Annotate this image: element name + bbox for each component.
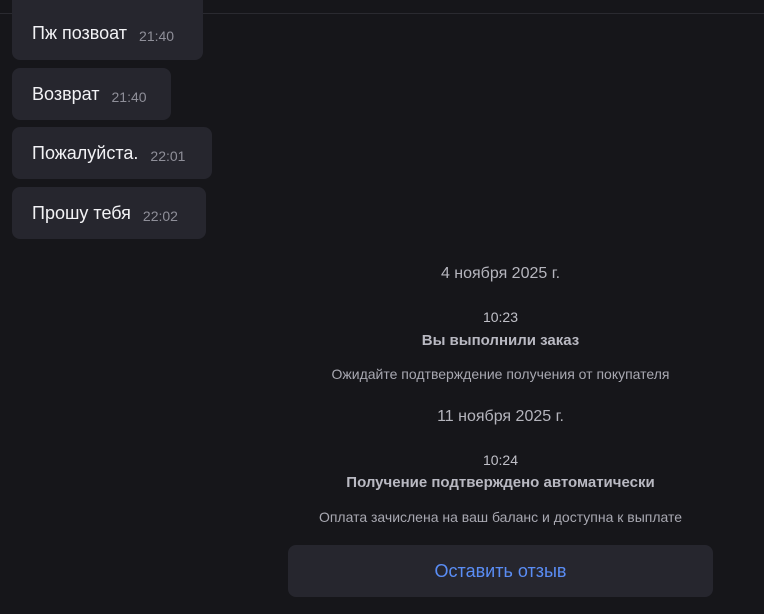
message-time: 21:40 <box>139 27 175 44</box>
message-text: Пж позвоат <box>32 22 128 43</box>
event-time: 10:23 <box>482 309 519 325</box>
event-title: Вы выполнили заказ <box>421 332 580 349</box>
date-separator: 4 ноября 2025 г. <box>440 265 561 282</box>
message-text: Прошу тебя <box>32 202 131 223</box>
event-description: Ожидайте подтверждение получения от поку… <box>331 366 670 382</box>
chat-window: Пж позвоат 21:40 Возврат 21:40 Пожалуйст… <box>0 0 764 614</box>
message-bubble: Прошу тебя 22:02 <box>12 187 206 239</box>
message-time: 22:02 <box>142 207 178 224</box>
message-text: Пожалуйста. <box>32 142 139 163</box>
message-time: 22:01 <box>150 147 186 164</box>
message-bubble: Пж позвоат 21:40 <box>12 0 203 60</box>
date-separator: 11 ноября 2025 г. <box>437 408 564 425</box>
message-text: Возврат <box>32 83 100 104</box>
message-bubble: Пожалуйста. 22:01 <box>12 127 212 179</box>
leave-review-button[interactable]: Оставить отзыв <box>288 545 713 597</box>
event-time: 10:24 <box>482 452 519 468</box>
event-title: Получение подтверждено автоматически <box>346 474 655 491</box>
message-bubble: Возврат 21:40 <box>12 68 171 120</box>
event-description: Оплата зачислена на ваш баланс и доступн… <box>318 509 683 525</box>
message-time: 21:40 <box>111 88 147 105</box>
